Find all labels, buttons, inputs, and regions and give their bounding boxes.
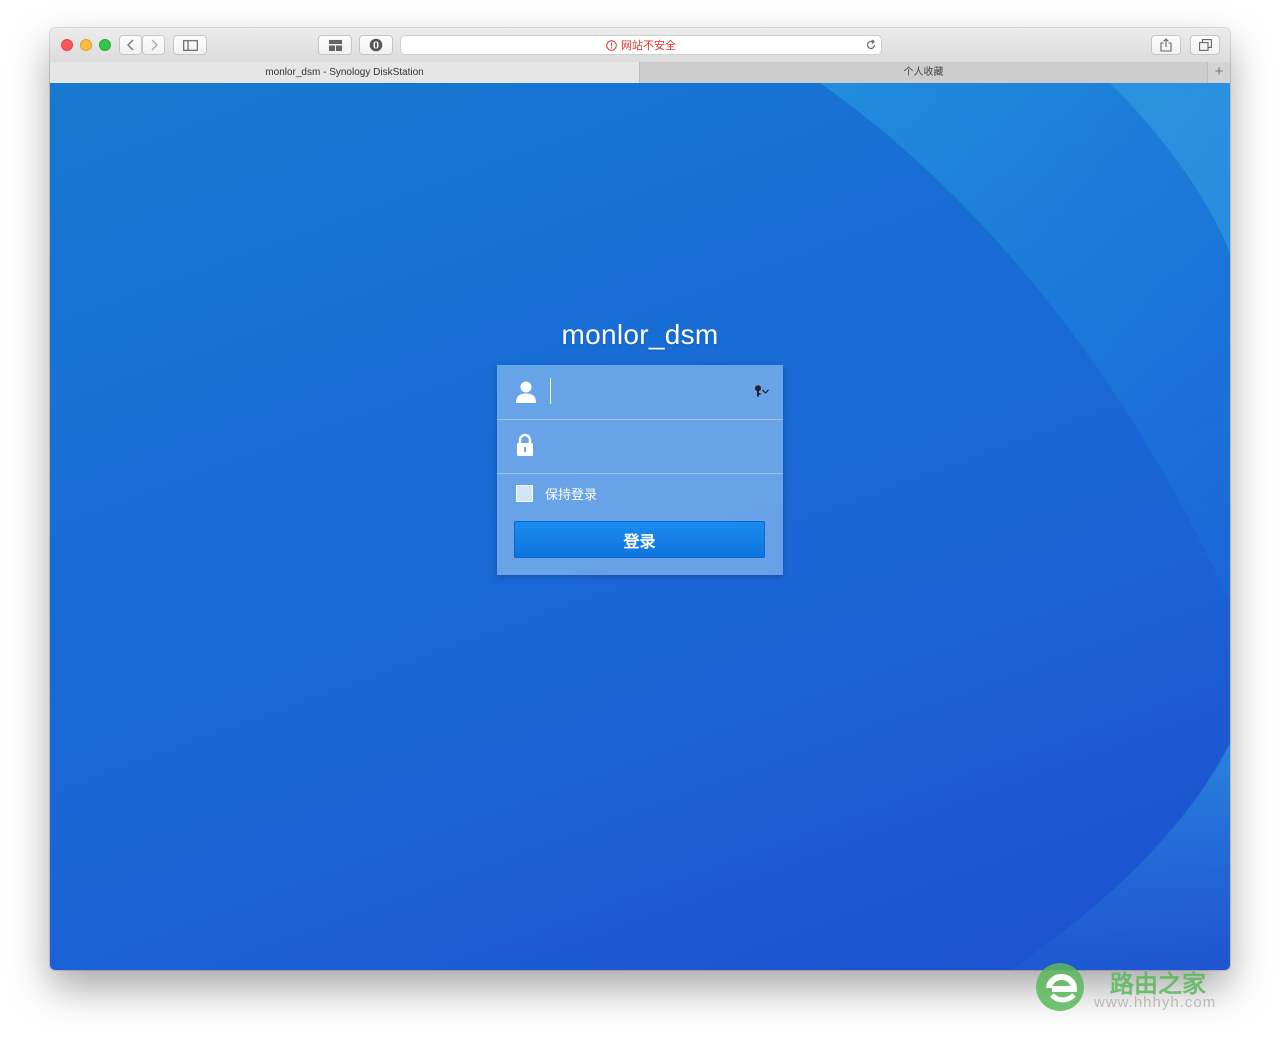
tab-overview-button[interactable]	[1190, 35, 1220, 55]
browser-window: 网站不安全 monlor_dsm - Synology DiskStation …	[50, 28, 1230, 970]
tab-favorites[interactable]: 个人收藏	[640, 62, 1208, 83]
remember-me-label: 保持登录	[545, 487, 598, 502]
browser-toolbar: 网站不安全	[50, 28, 1230, 63]
tabs-icon	[1198, 39, 1212, 51]
username-row	[497, 365, 783, 420]
login-form: 保持登录 登录	[497, 365, 783, 575]
reload-icon[interactable]	[865, 39, 877, 51]
password-input[interactable]	[549, 429, 745, 463]
extension-button[interactable]	[359, 35, 393, 55]
close-window-button[interactable]	[61, 39, 73, 51]
share-icon	[1160, 38, 1172, 52]
remember-me-checkbox[interactable]	[516, 485, 533, 502]
page-title: monlor_dsm	[561, 319, 719, 350]
zoom-window-button[interactable]	[99, 39, 111, 51]
top-sites-button[interactable]	[318, 35, 352, 55]
user-icon	[516, 381, 536, 403]
username-input[interactable]	[549, 375, 745, 409]
remember-me[interactable]: 保持登录	[516, 484, 597, 503]
tab-bar: monlor_dsm - Synology DiskStation 个人收藏 +	[50, 62, 1230, 84]
forward-button[interactable]	[142, 35, 165, 55]
new-tab-button[interactable]: +	[1208, 62, 1230, 83]
warning-icon	[606, 39, 617, 51]
tab-diskstation[interactable]: monlor_dsm - Synology DiskStation	[50, 62, 640, 83]
minimize-window-button[interactable]	[80, 39, 92, 51]
share-button[interactable]	[1151, 35, 1181, 55]
login-button[interactable]: 登录	[514, 521, 765, 558]
grid-icon	[328, 39, 342, 51]
key-icon	[755, 385, 761, 397]
account-key-dropdown[interactable]	[754, 385, 769, 397]
lock-icon	[517, 433, 533, 456]
password-row	[497, 419, 783, 474]
text-caret	[550, 378, 551, 404]
back-button[interactable]	[119, 35, 142, 55]
shield-icon	[369, 38, 383, 52]
chevron-right-icon	[151, 39, 158, 51]
watermark-url: www.hhhyh.com	[1094, 994, 1217, 1011]
chevron-left-icon	[126, 39, 133, 51]
url-security-warning: 网站不安全	[621, 40, 676, 52]
site-watermark: 路由之家 www.hhhyh.com	[1034, 962, 1254, 1016]
address-bar[interactable]: 网站不安全	[400, 35, 882, 55]
dsm-login-page: monlor_dsm 保持登录 登录	[50, 83, 1230, 970]
sidebar-icon	[182, 39, 198, 51]
watermark-logo	[1036, 963, 1084, 1011]
sidebar-toggle-button[interactable]	[173, 35, 207, 55]
chevron-down-icon	[762, 388, 769, 394]
